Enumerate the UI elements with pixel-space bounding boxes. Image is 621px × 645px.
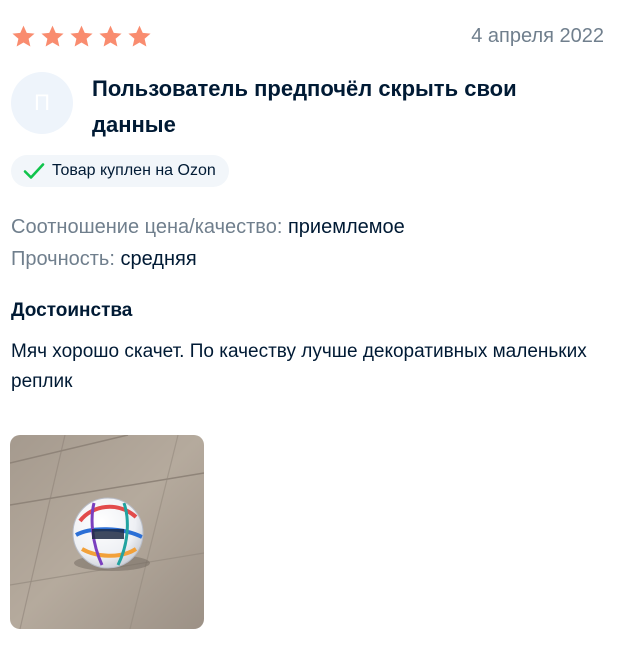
param-durability: Прочность: средняя (11, 243, 405, 275)
review-photo[interactable] (10, 435, 204, 629)
star-icon (128, 25, 151, 47)
pros-text: Мяч хорошо скачет. По качеству лучше дек… (11, 341, 587, 392)
check-icon (23, 163, 45, 179)
review-params: Соотношение цена/качество: приемлемое Пр… (11, 211, 405, 275)
param-label: Соотношение цена/качество: (11, 216, 283, 238)
param-value: средняя (120, 248, 197, 270)
param-value: приемлемое (287, 216, 405, 238)
star-icon (41, 25, 64, 47)
avatar-letter: П (34, 90, 50, 115)
param-price-quality: Соотношение цена/качество: приемлемое (11, 211, 405, 243)
review-date: 4 апреля 2022 (471, 25, 604, 47)
verified-badge-label: Товар куплен на Ozon (52, 162, 216, 179)
star-rating (11, 24, 152, 49)
verified-purchase-badge: Товар куплен на Ozon (11, 155, 229, 187)
pros-title: Достоинства (11, 300, 133, 321)
param-label: Прочность: (11, 248, 115, 270)
avatar: П (11, 72, 73, 134)
author-name: Пользователь предпочёл скрыть свои данны… (92, 76, 517, 137)
star-icon (70, 25, 93, 47)
star-icon (99, 25, 122, 47)
star-icon (12, 25, 35, 47)
